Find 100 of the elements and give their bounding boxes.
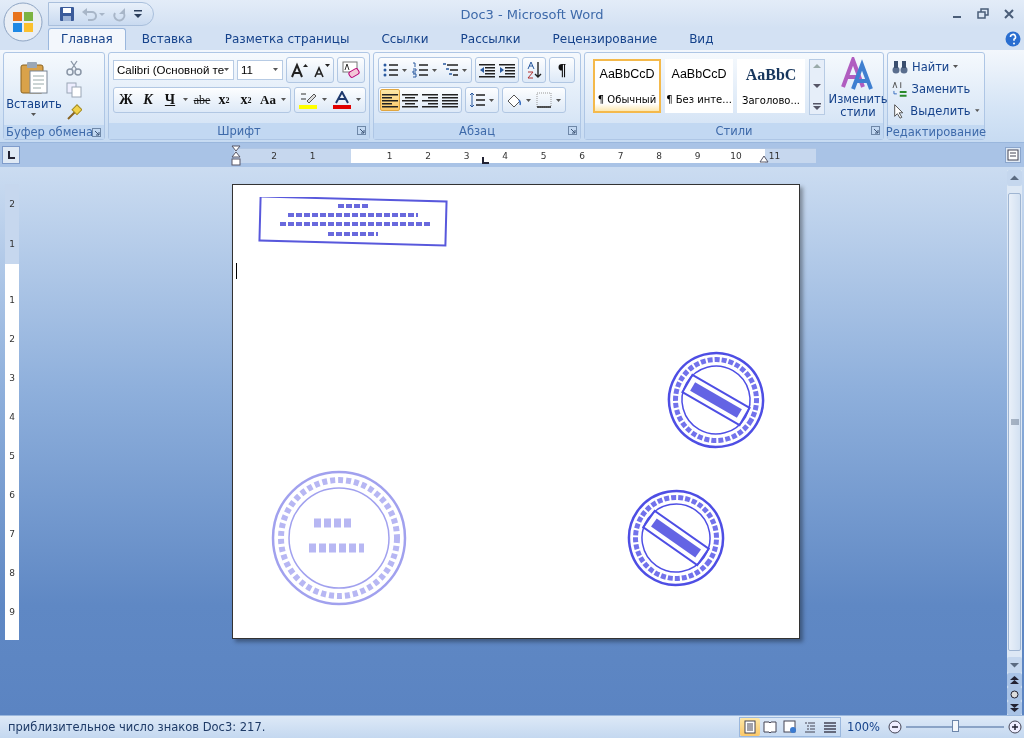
right-indent-marker-icon[interactable] bbox=[759, 154, 769, 163]
ribbon-tab[interactable]: Разметка страницы bbox=[208, 29, 366, 50]
next-page-button[interactable] bbox=[1007, 701, 1022, 715]
font-size-field[interactable]: 11 bbox=[237, 60, 283, 80]
restore-icon[interactable] bbox=[976, 7, 990, 21]
ribbon-tab[interactable]: Рассылки bbox=[444, 29, 537, 50]
tab-stop-icon bbox=[6, 150, 16, 160]
align-left-button[interactable] bbox=[380, 89, 400, 111]
indent-marker-icon[interactable] bbox=[231, 144, 241, 167]
font-color-button[interactable] bbox=[330, 88, 354, 112]
borders-icon bbox=[536, 92, 562, 108]
ribbon-tab[interactable]: Ссылки bbox=[365, 29, 445, 50]
status-text: приблизительное число знаков Doc3: 217. bbox=[8, 720, 266, 734]
zoom-slider-thumb[interactable] bbox=[952, 720, 959, 732]
scroll-up-icon bbox=[813, 63, 821, 69]
line-spacing-icon bbox=[469, 92, 495, 108]
dialog-launcher-icon[interactable] bbox=[357, 126, 366, 135]
format-button[interactable]: Aa bbox=[257, 89, 279, 111]
tab-selector-button[interactable] bbox=[2, 146, 20, 164]
ruler-number: 2 bbox=[271, 149, 277, 163]
text-cursor bbox=[236, 263, 237, 279]
change-styles-button[interactable]: Изменить стили bbox=[829, 55, 887, 121]
dialog-launcher-icon[interactable] bbox=[568, 126, 577, 135]
binoculars-icon bbox=[892, 59, 908, 75]
ruler-number: 3 bbox=[9, 372, 15, 383]
ruler-number: 5 bbox=[540, 149, 547, 163]
next-page-icon bbox=[1010, 704, 1019, 712]
zoom-level[interactable]: 100% bbox=[847, 720, 880, 734]
align-center-icon bbox=[402, 92, 418, 108]
save-icon[interactable] bbox=[59, 6, 75, 22]
align-left-icon bbox=[382, 92, 398, 108]
ruler-number: 9 bbox=[9, 607, 15, 618]
dialog-launcher-icon[interactable] bbox=[871, 126, 880, 135]
grip-icon bbox=[1010, 418, 1019, 425]
align-justify-icon bbox=[442, 92, 458, 108]
ribbon-tab[interactable]: Вид bbox=[673, 29, 730, 50]
ruler-number: 8 bbox=[9, 568, 15, 579]
ruler-number: 1 bbox=[386, 149, 393, 163]
help-icon[interactable] bbox=[1005, 31, 1021, 47]
caret-icon bbox=[31, 113, 37, 117]
ruler-number: 2 bbox=[9, 199, 15, 209]
format-button[interactable]: Ч bbox=[159, 89, 181, 111]
scroll-down-icon bbox=[1010, 662, 1019, 668]
paste-button[interactable]: Вставить bbox=[8, 55, 60, 123]
font-name-field[interactable]: Calibri (Основной те bbox=[113, 60, 235, 80]
select-button[interactable]: Выделить bbox=[892, 101, 980, 121]
outline-view-icon bbox=[803, 720, 818, 734]
show-formatting-marks-button[interactable]: ¶ bbox=[551, 59, 573, 81]
select-browse-object-icon bbox=[1010, 689, 1019, 699]
ribbon-tab[interactable]: Рецензирование bbox=[536, 29, 674, 50]
font-color-icon bbox=[332, 91, 352, 109]
find-button[interactable]: Найти bbox=[892, 57, 980, 77]
web-view-icon bbox=[783, 720, 798, 734]
format-button[interactable]: abe bbox=[191, 89, 213, 111]
scroll-down-icon bbox=[813, 83, 821, 89]
ribbon-tab[interactable]: Главная bbox=[48, 28, 126, 50]
ribbon-tab[interactable]: Вставка bbox=[125, 29, 209, 50]
style-tile[interactable]: AaBbCcD ¶ Без инте... bbox=[665, 59, 733, 113]
dropdown-icon bbox=[322, 98, 328, 102]
ruler-toggle-icon bbox=[1007, 149, 1019, 161]
dropdown-icon bbox=[281, 98, 287, 102]
view-ruler-button[interactable] bbox=[1005, 147, 1021, 163]
cut-icon bbox=[66, 60, 82, 76]
ruler-number: 1 bbox=[9, 239, 15, 249]
scrollbar-thumb[interactable] bbox=[1008, 192, 1021, 651]
dropdown-icon bbox=[183, 98, 189, 102]
borders-button[interactable] bbox=[534, 89, 564, 111]
group-label: Стили bbox=[715, 124, 753, 138]
select-browse-object-button[interactable] bbox=[1007, 687, 1022, 701]
draft-view-icon bbox=[823, 720, 838, 734]
zoom-out-button[interactable] bbox=[886, 720, 904, 734]
more-icon bbox=[813, 103, 821, 111]
dropdown-icon bbox=[356, 98, 362, 102]
zoom-in-button[interactable] bbox=[1006, 720, 1024, 734]
style-tile[interactable]: AaBbC Заголово... bbox=[737, 59, 805, 113]
ruler-number: 5 bbox=[9, 451, 15, 461]
ruler-number: 2 bbox=[9, 333, 15, 344]
zoom-out-icon bbox=[888, 720, 902, 734]
grow-font-icon bbox=[290, 62, 308, 78]
scroll-up-button[interactable] bbox=[1007, 170, 1022, 186]
format-button[interactable]: К bbox=[137, 89, 159, 111]
numbering-button[interactable] bbox=[410, 59, 440, 81]
read-view-icon bbox=[763, 720, 778, 734]
scroll-down-button[interactable] bbox=[1007, 657, 1022, 673]
ruler-number: 6 bbox=[579, 149, 585, 163]
ruler-number: 1 bbox=[9, 294, 15, 305]
format-painter-icon bbox=[66, 104, 82, 120]
replace-button[interactable]: Заменить bbox=[892, 79, 980, 99]
zoom-in-icon bbox=[1008, 720, 1022, 734]
previous-page-button[interactable] bbox=[1007, 673, 1022, 687]
ruler-number: 7 bbox=[9, 529, 15, 540]
print-view-button[interactable] bbox=[740, 718, 761, 736]
group-label: Редактирование bbox=[885, 125, 987, 139]
copy-icon bbox=[66, 82, 82, 98]
dialog-launcher-icon[interactable] bbox=[92, 128, 101, 137]
format-button[interactable]: Ж bbox=[115, 89, 137, 111]
ruler-number: 9 bbox=[694, 149, 701, 163]
close-icon[interactable] bbox=[1002, 7, 1016, 21]
style-tile[interactable]: AaBbCcD ¶ Обычный bbox=[593, 59, 661, 113]
ruler-number: 7 bbox=[617, 149, 624, 163]
